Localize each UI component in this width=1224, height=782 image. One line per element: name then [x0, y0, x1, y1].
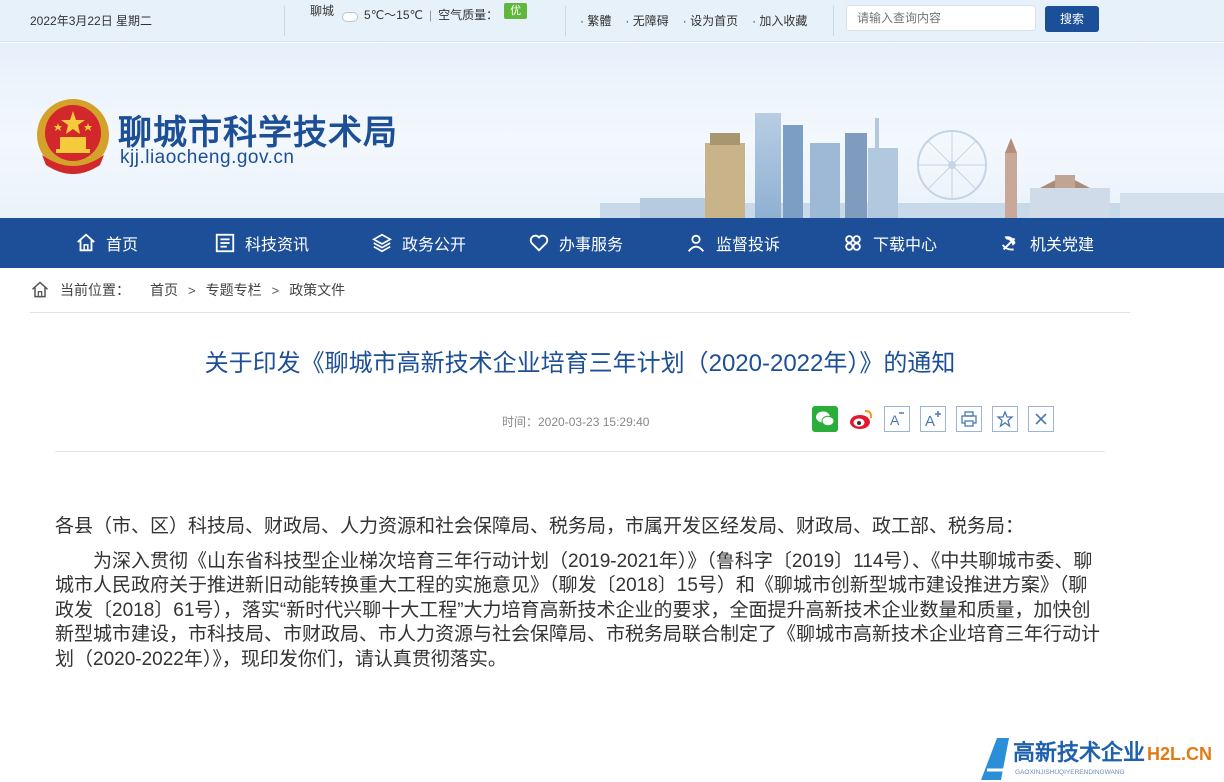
home-icon — [32, 281, 48, 298]
divider — [833, 6, 834, 36]
watermark-text: 高新技术企业 — [1013, 740, 1145, 766]
nav-item-party-building[interactable]: 机关党建 — [999, 218, 1094, 268]
svg-text:A: A — [925, 413, 935, 428]
wechat-icon — [812, 406, 838, 432]
share-wechat-button[interactable] — [812, 406, 838, 432]
nav-item-services[interactable]: 办事服务 — [528, 218, 623, 268]
city-skyline-illustration — [600, 113, 1224, 218]
font-increase-button[interactable]: A — [920, 406, 946, 432]
close-icon — [1035, 413, 1047, 425]
watermark-subtext: GAOXINJISHUQIYERENDINGWANG — [1015, 769, 1125, 776]
set-homepage-link[interactable]: 设为首页 — [683, 12, 738, 29]
party-icon — [1001, 236, 1016, 251]
share-toolbar: A A — [812, 406, 1054, 432]
main-nav: 首页 科技资讯 政务公开 办事服务 监督投诉 下载中心 机关党建 — [0, 218, 1224, 268]
font-decrease-button[interactable]: A — [884, 406, 910, 432]
h2l-watermark-logo: 高新技术企业 H2L.CN GAOXINJISHUQIYERENDINGWANG — [981, 738, 1212, 780]
add-favorite-link[interactable]: 加入收藏 — [752, 12, 807, 29]
nav-item-complaints[interactable]: 监督投诉 — [685, 218, 780, 268]
cloud-icon — [340, 9, 359, 22]
divider — [55, 451, 1105, 452]
favorite-icon — [996, 410, 1014, 428]
air-quality-badge: 优 — [504, 2, 528, 19]
divider — [284, 6, 285, 36]
weather-divider: | — [429, 7, 433, 22]
article-body: 各县（市、区）科技局、财政局、人力资源和社会保障局、税务局，市属开发区经发局、财… — [55, 515, 1105, 672]
nav-item-downloads[interactable]: 下载中心 — [842, 218, 937, 268]
font-increase-icon: A — [925, 411, 941, 428]
national-emblem-icon — [37, 99, 109, 174]
heart-icon — [529, 234, 549, 252]
watermark-domain: H2L.CN — [1147, 744, 1212, 764]
divider — [30, 312, 1130, 313]
article-recipients: 各县（市、区）科技局、财政局、人力资源和社会保障局、税务局，市属开发区经发局、财… — [55, 516, 1025, 537]
air-quality-label: 空气质量： — [438, 8, 499, 22]
breadcrumb-label: 当前位置： — [60, 282, 130, 298]
favorite-button[interactable] — [992, 406, 1018, 432]
top-links: 繁體 无障碍 设为首页 加入收藏 — [580, 12, 807, 29]
nav-label: 监督投诉 — [716, 237, 781, 254]
home-icon — [77, 233, 95, 252]
weather-temperature: 5℃～15℃ — [364, 8, 423, 22]
publish-time: 时间：2020-03-23 15:29:40 — [502, 415, 650, 429]
close-button[interactable] — [1028, 406, 1054, 432]
svg-text:A: A — [890, 412, 900, 428]
site-banner: 聊城市科学技术局 kjj.liaocheng.gov.cn — [0, 43, 1224, 218]
nav-label: 办事服务 — [559, 237, 624, 254]
print-icon — [961, 411, 977, 427]
layers-icon — [372, 233, 392, 253]
weibo-icon — [850, 410, 873, 429]
breadcrumb: 当前位置： 首页 > 专题专栏 > 政策文件 — [30, 280, 345, 300]
nav-label: 机关党建 — [1030, 237, 1095, 254]
nav-item-tech-news[interactable]: 科技资讯 — [214, 218, 309, 268]
top-bar: 2022年3月22日 星期二 聊城 5℃～15℃ | 空气质量： 优 繁體 无障… — [0, 0, 1224, 42]
divider — [565, 6, 566, 36]
weather-city: 聊城 — [310, 4, 335, 18]
accessibility-link[interactable]: 无障碍 — [625, 12, 669, 29]
font-decrease-icon: A — [890, 412, 904, 428]
traditional-chinese-link[interactable]: 繁體 — [580, 12, 611, 29]
article-title: 关于印发《聊城市高新技术企业培育三年计划（2020-2022年）》的通知 — [204, 350, 956, 377]
breadcrumb-link-home[interactable]: 首页 — [150, 280, 178, 300]
share-weibo-button[interactable] — [848, 406, 874, 432]
nav-item-government-affairs[interactable]: 政务公开 — [371, 218, 466, 268]
search-button[interactable]: 搜索 — [1045, 6, 1099, 32]
breadcrumb-separator: > — [188, 282, 196, 298]
nav-label: 政务公开 — [402, 237, 467, 254]
print-button[interactable] — [956, 406, 982, 432]
search-input[interactable] — [846, 5, 1036, 31]
site-url: kjj.liaocheng.gov.cn — [120, 147, 295, 168]
clover-icon — [845, 235, 861, 251]
breadcrumb-separator: > — [271, 282, 280, 298]
person-icon — [687, 234, 705, 252]
nav-label: 下载中心 — [873, 237, 938, 254]
article-paragraph: 为深入贯彻《山东省科技型企业梯次培育三年行动计划（2019-2021年）》（鲁科… — [55, 550, 1101, 670]
nav-label: 首页 — [106, 237, 139, 254]
nav-item-home[interactable]: 首页 — [75, 218, 138, 268]
news-icon — [215, 233, 235, 253]
weather-widget: 聊城 5℃～15℃ | 空气质量： 优 — [310, 2, 528, 23]
nav-label: 科技资讯 — [245, 237, 310, 254]
breadcrumb-link-special-topics[interactable]: 专题专栏 — [206, 280, 262, 300]
breadcrumb-link-policy-documents[interactable]: 政策文件 — [289, 280, 345, 300]
current-date: 2022年3月22日 星期二 — [30, 14, 153, 28]
